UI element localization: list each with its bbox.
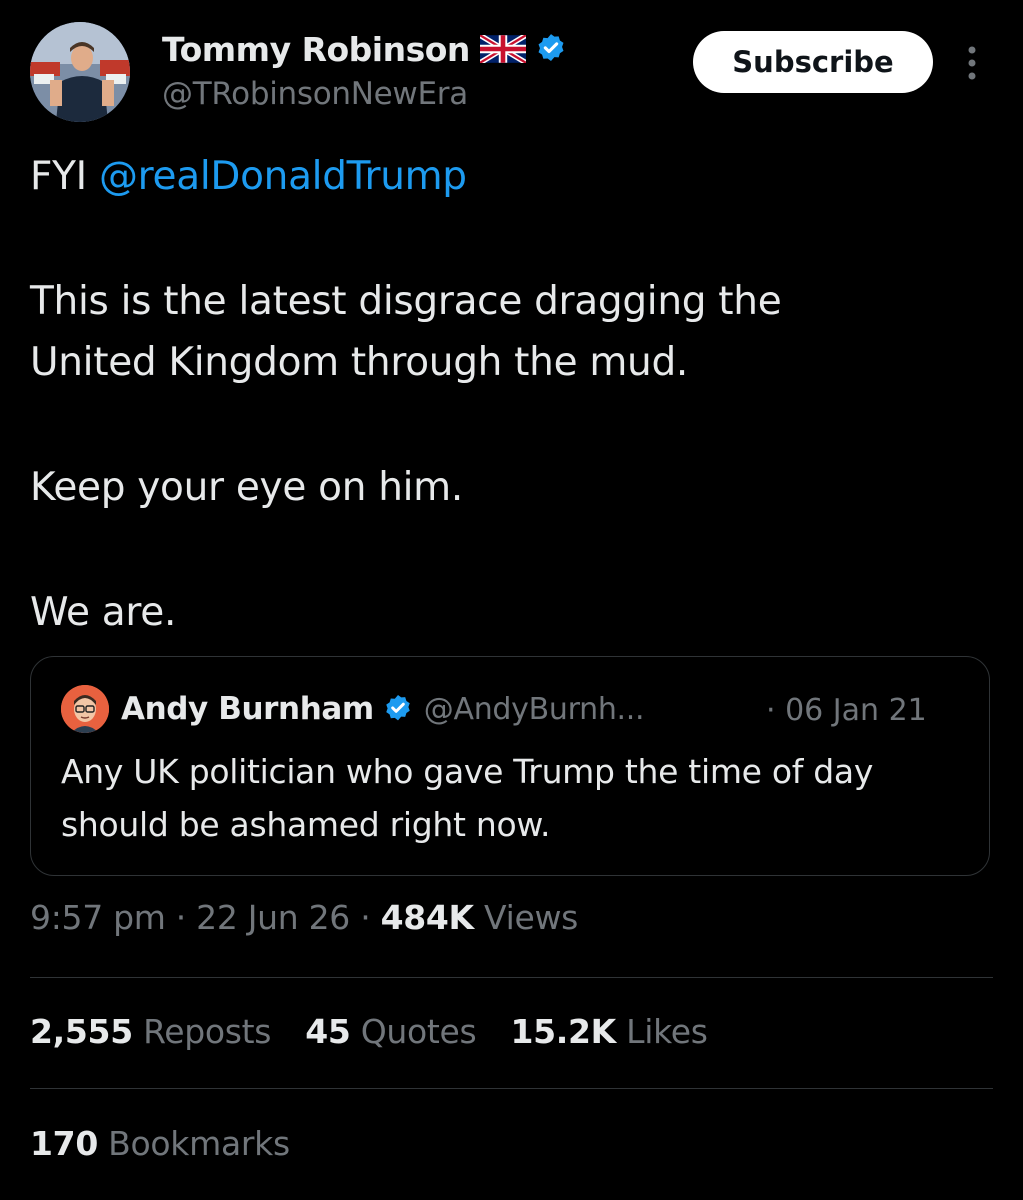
uk-flag-icon — [478, 32, 528, 66]
quotes-stat[interactable]: 45 Quotes — [305, 1012, 477, 1051]
subscribe-button[interactable]: Subscribe — [693, 31, 933, 93]
quoted-author-name[interactable]: Andy Burnham — [121, 691, 374, 727]
divider — [30, 977, 993, 978]
quoted-author-handle[interactable]: @AndyBurnh... — [424, 692, 645, 727]
views-label: Views — [473, 898, 579, 937]
engagement-stats: 2,555 Reposts 45 Quotes 15.2K Likes — [30, 1012, 742, 1051]
reposts-count: 2,555 — [30, 1012, 133, 1051]
verified-badge-icon[interactable] — [534, 32, 568, 66]
bookmarks-label: Bookmarks — [97, 1124, 290, 1163]
mention-link[interactable]: @realDonaldTrump — [99, 154, 467, 199]
likes-count: 15.2K — [510, 1012, 616, 1051]
reposts-label: Reposts — [132, 1012, 272, 1051]
tweet-prefix: FYI — [30, 154, 99, 199]
tweet-paragraph-4: We are. — [30, 590, 177, 635]
quoted-tweet-header: Andy Burnham @AndyBurnh... — [61, 685, 645, 733]
author-name[interactable]: Tommy Robinson — [162, 30, 470, 69]
meta-separator: · — [165, 898, 197, 937]
cartoon-avatar-icon — [61, 685, 109, 733]
author-block: Tommy Robinson @TRobinsonNewEra — [162, 26, 568, 112]
quoted-tweet-card[interactable]: Andy Burnham @AndyBurnh... · 06 Jan 21 A… — [30, 656, 990, 876]
bookmarks-count: 170 — [30, 1124, 98, 1163]
divider — [30, 1088, 993, 1089]
quoted-tweet-date[interactable]: · 06 Jan 21 — [766, 693, 927, 728]
verified-badge-icon[interactable] — [382, 693, 414, 725]
tweet-metadata: 9:57 pm · 22 Jun 26 · 484K Views — [30, 898, 578, 937]
reposts-stat[interactable]: 2,555 Reposts — [30, 1012, 272, 1051]
views-count: 484K — [380, 898, 475, 937]
quoted-tweet-text: Any UK politician who gave Trump the tim… — [61, 752, 874, 844]
tweet-text: FYI @realDonaldTrump This is the latest … — [30, 146, 990, 643]
avatar-photo-icon — [30, 22, 130, 122]
tweet-header: Tommy Robinson @TRobinsonNewEra Subscrib… — [30, 22, 993, 122]
tweet-time[interactable]: 9:57 pm — [30, 898, 166, 937]
quotes-label: Quotes — [350, 1012, 477, 1051]
tweet-paragraph-3: Keep your eye on him. — [30, 465, 463, 510]
bookmarks-stat[interactable]: 170 Bookmarks — [30, 1124, 290, 1163]
author-name-row: Tommy Robinson — [162, 26, 568, 72]
likes-stat[interactable]: 15.2K Likes — [510, 1012, 707, 1051]
author-avatar[interactable] — [30, 22, 130, 122]
author-handle[interactable]: @TRobinsonNewEra — [162, 76, 568, 112]
more-options-icon[interactable] — [958, 42, 986, 84]
tweet-paragraph-2: This is the latest disgrace dragging the… — [30, 279, 782, 385]
quotes-count: 45 — [305, 1012, 351, 1051]
quoted-author-avatar[interactable] — [61, 685, 109, 733]
tweet-line-1: FYI @realDonaldTrump — [30, 146, 990, 207]
tweet-date[interactable]: 22 Jun 26 — [196, 898, 350, 937]
meta-separator: · — [350, 898, 381, 937]
likes-label: Likes — [615, 1012, 708, 1051]
